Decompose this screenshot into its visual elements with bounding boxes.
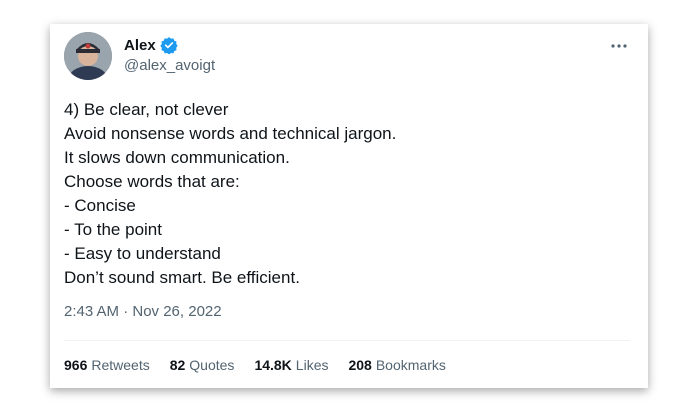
author-name[interactable]: Alex	[124, 37, 156, 54]
bookmarks-stat[interactable]: 208 Bookmarks	[348, 357, 445, 373]
tweet-text-line: Don’t sound smart. Be efficient.	[64, 268, 300, 287]
author-handle[interactable]: @alex_avoigt	[124, 57, 215, 74]
quotes-stat[interactable]: 82 Quotes	[170, 357, 235, 373]
tweet-text-line: - Easy to understand	[64, 244, 221, 263]
likes-label: Likes	[295, 357, 329, 373]
quotes-label: Quotes	[189, 357, 235, 373]
likes-stat[interactable]: 14.8K Likes	[254, 357, 328, 373]
tweet-text-line: - To the point	[64, 220, 162, 239]
tweet-timestamp[interactable]: 2:43 AM · Nov 26, 2022	[64, 303, 222, 320]
avatar-photo	[64, 32, 112, 80]
retweets-label: Retweets	[91, 357, 150, 373]
avatar[interactable]	[64, 32, 112, 80]
retweets-stat[interactable]: 966 Retweets	[64, 357, 150, 373]
tweet-text-line: It slows down communication.	[64, 148, 290, 167]
divider	[64, 340, 630, 341]
tweet-text-line: Avoid nonsense words and technical jargo…	[64, 124, 397, 143]
author-name-row: Alex	[124, 36, 178, 55]
likes-count: 14.8K	[254, 357, 292, 373]
verified-badge-icon	[159, 36, 178, 55]
tweet-card: Alex @alex_avoigt 4) Be clear, not cleve…	[50, 24, 648, 388]
more-options-icon[interactable]	[610, 38, 628, 48]
tweet-text: 4) Be clear, not clever Avoid nonsense w…	[64, 98, 624, 290]
engagement-stats: 966 Retweets 82 Quotes 14.8K Likes 208 B…	[64, 357, 446, 373]
tweet-text-line: 4) Be clear, not clever	[64, 100, 229, 119]
retweets-count: 966	[64, 357, 88, 373]
bookmarks-label: Bookmarks	[375, 357, 446, 373]
tweet-text-line: - Concise	[64, 196, 136, 215]
tweet-text-line: Choose words that are:	[64, 172, 240, 191]
quotes-count: 82	[169, 357, 186, 373]
bookmarks-count: 208	[348, 357, 372, 373]
